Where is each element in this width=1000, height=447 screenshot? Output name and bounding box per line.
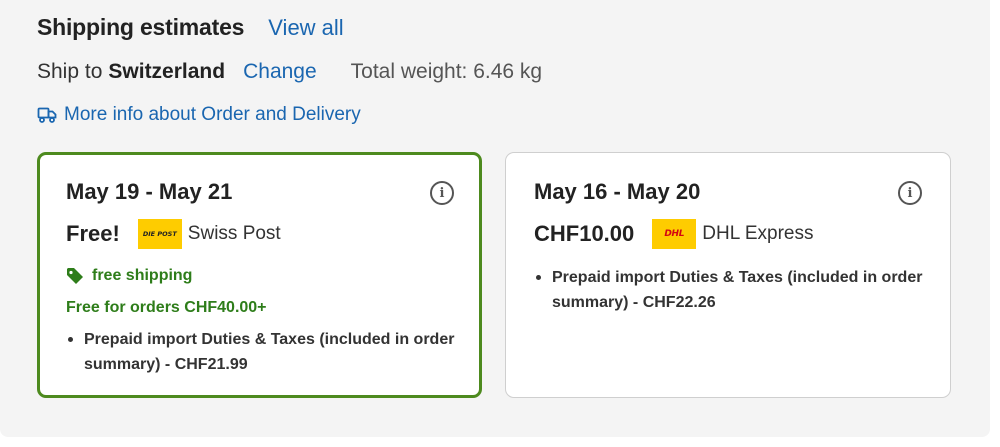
tag-icon bbox=[67, 268, 83, 284]
delivery-date-range: May 16 - May 20 bbox=[534, 179, 701, 204]
header: Shipping estimates View all bbox=[37, 14, 344, 41]
more-info-label: More info about Order and Delivery bbox=[64, 104, 361, 125]
swiss-post-logo: DIE POST bbox=[137, 219, 182, 249]
carrier-name: Swiss Post bbox=[187, 223, 281, 244]
change-country-link[interactable]: Change bbox=[243, 60, 317, 84]
shipping-price: Free! bbox=[66, 221, 120, 246]
delivery-truck-icon bbox=[37, 107, 57, 123]
list-item: Prepaid import Duties & Taxes (included … bbox=[534, 265, 934, 315]
list-item: Prepaid import Duties & Taxes (included … bbox=[66, 327, 466, 377]
carrier-name: DHL Express bbox=[702, 223, 814, 244]
duties-list: Prepaid import Duties & Taxes (included … bbox=[534, 265, 934, 315]
duties-list: Prepaid import Duties & Taxes (included … bbox=[66, 327, 466, 377]
shipping-option-dhl-express[interactable]: May 16 - May 20 i CHF10.00 DHL DHL Expre… bbox=[505, 152, 951, 398]
ship-to-row: Ship to Switzerland Change Total weight:… bbox=[37, 60, 542, 84]
delivery-date-range: May 19 - May 21 bbox=[66, 179, 233, 204]
more-info-link[interactable]: More info about Order and Delivery bbox=[37, 104, 361, 126]
shipping-option-swiss-post[interactable]: May 19 - May 21 i Free! DIE POST Swiss P… bbox=[37, 152, 482, 398]
price-row: Free! DIE POST Swiss Post bbox=[66, 219, 281, 249]
info-icon[interactable]: i bbox=[898, 181, 922, 205]
free-threshold: Free for orders CHF40.00+ bbox=[66, 299, 267, 316]
info-icon[interactable]: i bbox=[430, 181, 454, 205]
shipping-price: CHF10.00 bbox=[534, 221, 635, 246]
view-all-link[interactable]: View all bbox=[268, 15, 343, 41]
free-shipping-badge: free shipping bbox=[66, 267, 192, 285]
ship-to-country: Switzerland bbox=[108, 60, 226, 83]
free-shipping-label: free shipping bbox=[92, 267, 193, 284]
total-weight: Total weight: 6.46 kg bbox=[350, 60, 543, 83]
ship-to-prefix: Ship to bbox=[37, 60, 103, 83]
shipping-estimates-panel: Shipping estimates View all Ship to Swit… bbox=[0, 0, 990, 437]
section-title: Shipping estimates bbox=[37, 14, 245, 40]
dhl-logo: DHL bbox=[652, 219, 697, 249]
price-row: CHF10.00 DHL DHL Express bbox=[534, 219, 814, 249]
